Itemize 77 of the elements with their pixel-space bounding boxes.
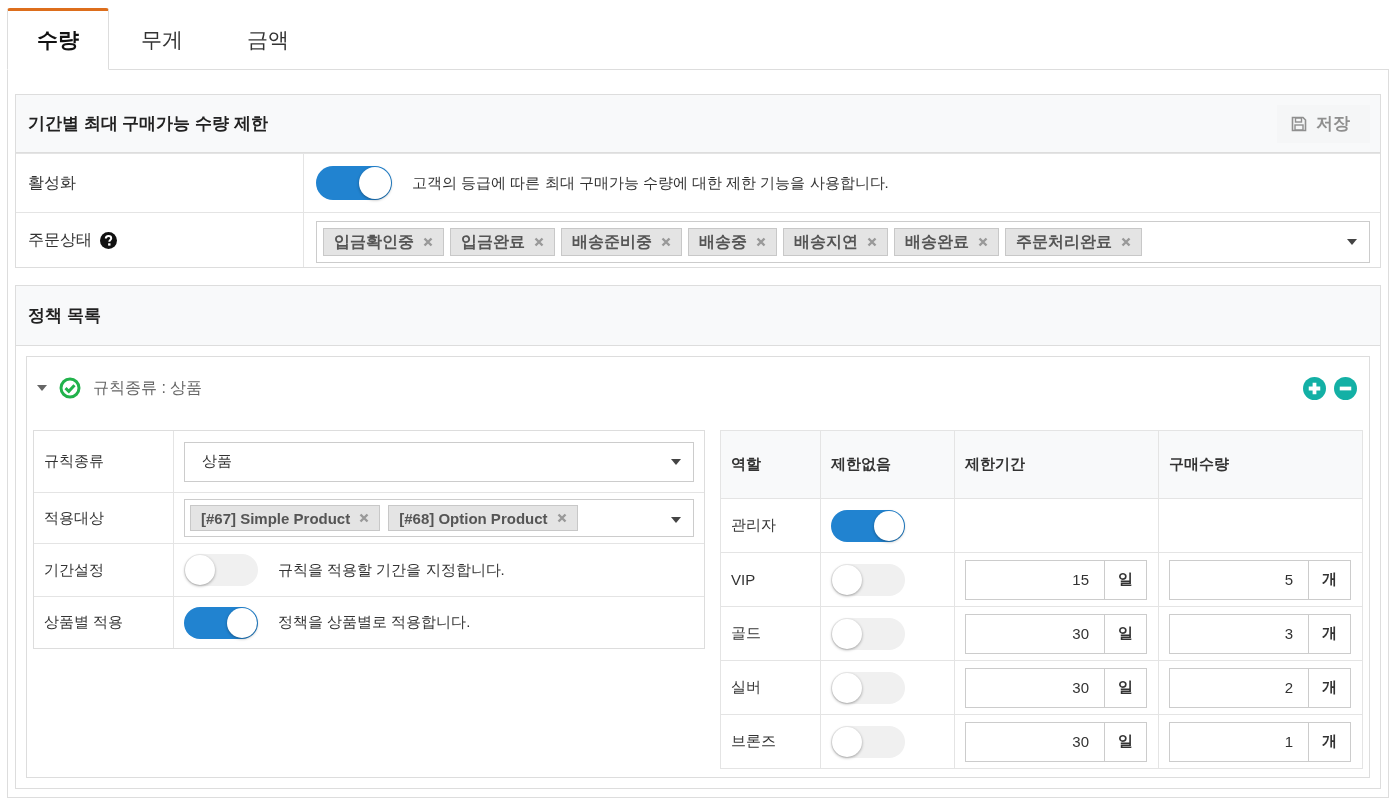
panel-title: 정책 목록 bbox=[28, 305, 101, 327]
column-header: 제한없음 bbox=[820, 430, 955, 499]
table-cell: 브론즈 bbox=[720, 714, 821, 769]
remove-icon[interactable] bbox=[556, 513, 567, 523]
table-cell: 실버 bbox=[720, 660, 821, 715]
tag: 배송완료 bbox=[894, 228, 999, 256]
tag: [#67] Simple Product bbox=[190, 505, 381, 531]
table-cell: 관리자 bbox=[720, 498, 821, 553]
field-description: 규칙을 적용할 기간을 지정합니다. bbox=[278, 560, 505, 580]
field-label: 규칙종류 bbox=[44, 452, 104, 471]
caret-icon[interactable] bbox=[37, 383, 47, 393]
field-description: 고객의 등급에 따른 최대 구매가능 수량에 대한 제한 기능을 사용합니다. bbox=[412, 173, 889, 193]
select-field[interactable]: 상품 bbox=[184, 441, 694, 482]
tag: 배송중 bbox=[688, 228, 777, 256]
check-circle-icon bbox=[59, 377, 81, 399]
number-field[interactable]: 15 bbox=[965, 559, 1106, 600]
toggle-switch[interactable] bbox=[831, 617, 906, 650]
column-header: 구매수량 bbox=[1158, 430, 1363, 499]
tab[interactable]: 수량 bbox=[7, 8, 109, 70]
caret-icon[interactable] bbox=[670, 458, 681, 465]
column-header: 역할 bbox=[720, 430, 821, 499]
unit-label: 개 bbox=[1309, 559, 1351, 600]
number-field[interactable]: 1 bbox=[1169, 721, 1309, 762]
tag: [#68] Option Product bbox=[388, 505, 578, 531]
remove-icon[interactable] bbox=[1334, 376, 1357, 400]
rule-summary[interactable]: 규칙종류 : 상품 bbox=[93, 377, 1291, 399]
remove-icon[interactable] bbox=[867, 237, 877, 247]
number-field[interactable]: 30 bbox=[965, 667, 1106, 708]
unit-label: 일 bbox=[1105, 559, 1148, 600]
toggle-switch[interactable] bbox=[184, 606, 258, 639]
remove-icon[interactable] bbox=[978, 237, 988, 247]
unit-label: 일 bbox=[1105, 667, 1148, 708]
toggle-switch[interactable] bbox=[831, 725, 906, 758]
tag: 입금완료 bbox=[450, 228, 555, 256]
number-field[interactable]: 30 bbox=[965, 721, 1106, 762]
field-description: 정책을 상품별로 적용합니다. bbox=[278, 613, 471, 632]
help-icon[interactable] bbox=[100, 231, 117, 249]
field-label: 기간설정 bbox=[44, 560, 104, 580]
caret-icon[interactable] bbox=[1347, 239, 1357, 245]
tag-select-field[interactable]: 입금확인중 입금완료 배송준비중 배송중 배송지연 배송완료 주문처리완료 bbox=[316, 221, 1370, 263]
toggle-switch[interactable] bbox=[184, 554, 258, 586]
tab[interactable]: 무게 bbox=[109, 8, 215, 70]
number-field[interactable]: 2 bbox=[1169, 667, 1309, 708]
unit-label: 일 bbox=[1105, 721, 1148, 762]
add-icon[interactable] bbox=[1303, 376, 1326, 400]
remove-icon[interactable] bbox=[359, 513, 370, 523]
tag: 배송준비중 bbox=[561, 228, 682, 256]
toggle-switch[interactable] bbox=[831, 563, 906, 596]
unit-label: 개 bbox=[1309, 613, 1351, 654]
field-label: 활성화 bbox=[28, 172, 76, 193]
field-label: 주문상태 bbox=[28, 229, 92, 250]
tag: 배송지연 bbox=[783, 228, 888, 256]
tag-select-field[interactable]: [#67] Simple Product [#68] Option Product bbox=[184, 499, 694, 537]
field-label: 적용대상 bbox=[44, 508, 104, 528]
tag: 입금확인중 bbox=[323, 228, 444, 256]
number-field[interactable]: 30 bbox=[965, 613, 1106, 654]
unit-label: 일 bbox=[1105, 613, 1148, 654]
toggle-switch[interactable] bbox=[831, 509, 906, 542]
unit-label: 개 bbox=[1309, 667, 1351, 708]
tab[interactable]: 금액 bbox=[215, 8, 321, 70]
caret-icon[interactable] bbox=[670, 517, 681, 523]
remove-icon[interactable] bbox=[534, 237, 544, 247]
panel-title: 기간별 최대 구매가능 수량 제한 bbox=[28, 113, 268, 135]
remove-icon[interactable] bbox=[423, 237, 433, 247]
field-label: 상품별 적용 bbox=[44, 613, 124, 632]
remove-icon[interactable] bbox=[661, 237, 671, 247]
unit-label: 개 bbox=[1309, 721, 1351, 762]
toggle-switch[interactable] bbox=[831, 671, 906, 704]
remove-icon[interactable] bbox=[756, 237, 766, 247]
table-cell: 골드 bbox=[720, 606, 821, 661]
number-field[interactable]: 5 bbox=[1169, 559, 1309, 600]
number-field[interactable]: 3 bbox=[1169, 613, 1309, 654]
remove-icon[interactable] bbox=[1121, 237, 1131, 247]
column-header: 제한기간 bbox=[954, 430, 1159, 499]
tag: 주문처리완료 bbox=[1005, 228, 1142, 256]
toggle-switch[interactable] bbox=[316, 166, 392, 200]
table-cell: VIP bbox=[720, 552, 821, 607]
